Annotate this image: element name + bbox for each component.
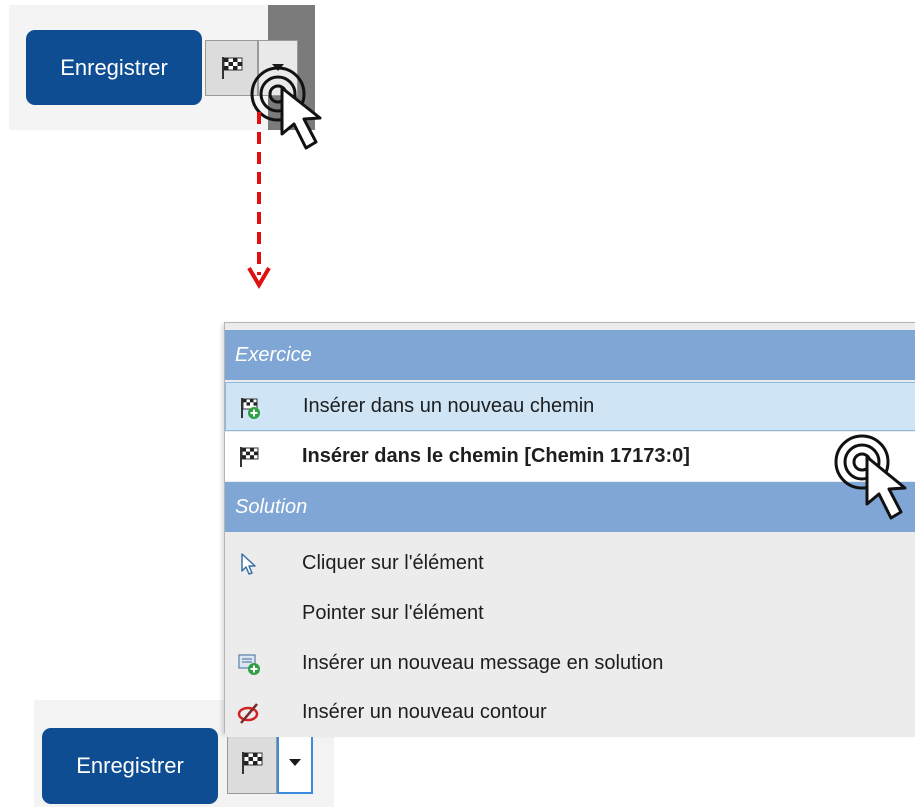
- pointer-icon: [241, 553, 256, 575]
- menu-item-point-element[interactable]: Pointer sur l'élément: [225, 589, 915, 638]
- save-button[interactable]: Enregistrer: [26, 30, 202, 105]
- menu-item-insert-into-path[interactable]: Insérer dans le chemin [Chemin 17173:0]: [225, 432, 915, 481]
- contour-icon: [237, 703, 259, 724]
- menu-item-label: Cliquer sur l'élément: [302, 552, 484, 574]
- menu-item-insert-contour[interactable]: Insérer un nouveau contour: [225, 688, 915, 737]
- checkered-flag-icon: [221, 57, 242, 79]
- section-header-exercice: Exercice: [225, 330, 915, 380]
- dashed-down-arrow-icon: [247, 112, 271, 289]
- path-flag-button-bottom[interactable]: [227, 732, 277, 794]
- menu-item-label: Insérer dans un nouveau chemin: [303, 395, 595, 417]
- section-header-solution: Solution: [225, 482, 915, 532]
- message-add-icon: [238, 654, 260, 675]
- menu-item-insert-new-path[interactable]: Insérer dans un nouveau chemin: [225, 382, 915, 431]
- dropdown-arrow-button-bottom[interactable]: [277, 732, 313, 794]
- chevron-down-icon: [289, 759, 301, 766]
- click-cursor-icon: [834, 434, 907, 520]
- insert-dropdown-menu: Exercice Insérer dans un nouveau chemin …: [224, 322, 915, 737]
- flag-add-icon: [241, 398, 260, 419]
- menu-item-click-element[interactable]: Cliquer sur l'élément: [225, 539, 915, 588]
- menu-item-label: Insérer un nouveau contour: [302, 701, 547, 723]
- menu-item-label: Insérer dans le chemin [Chemin 17173:0]: [302, 445, 690, 467]
- menu-item-label: Pointer sur l'élément: [302, 602, 484, 624]
- save-button-bottom[interactable]: Enregistrer: [42, 728, 218, 804]
- checkered-flag-icon: [242, 752, 263, 774]
- menu-item-label: Insérer un nouveau message en solution: [302, 652, 664, 674]
- flag-icon: [240, 447, 259, 467]
- menu-item-insert-message[interactable]: Insérer un nouveau message en solution: [225, 639, 915, 688]
